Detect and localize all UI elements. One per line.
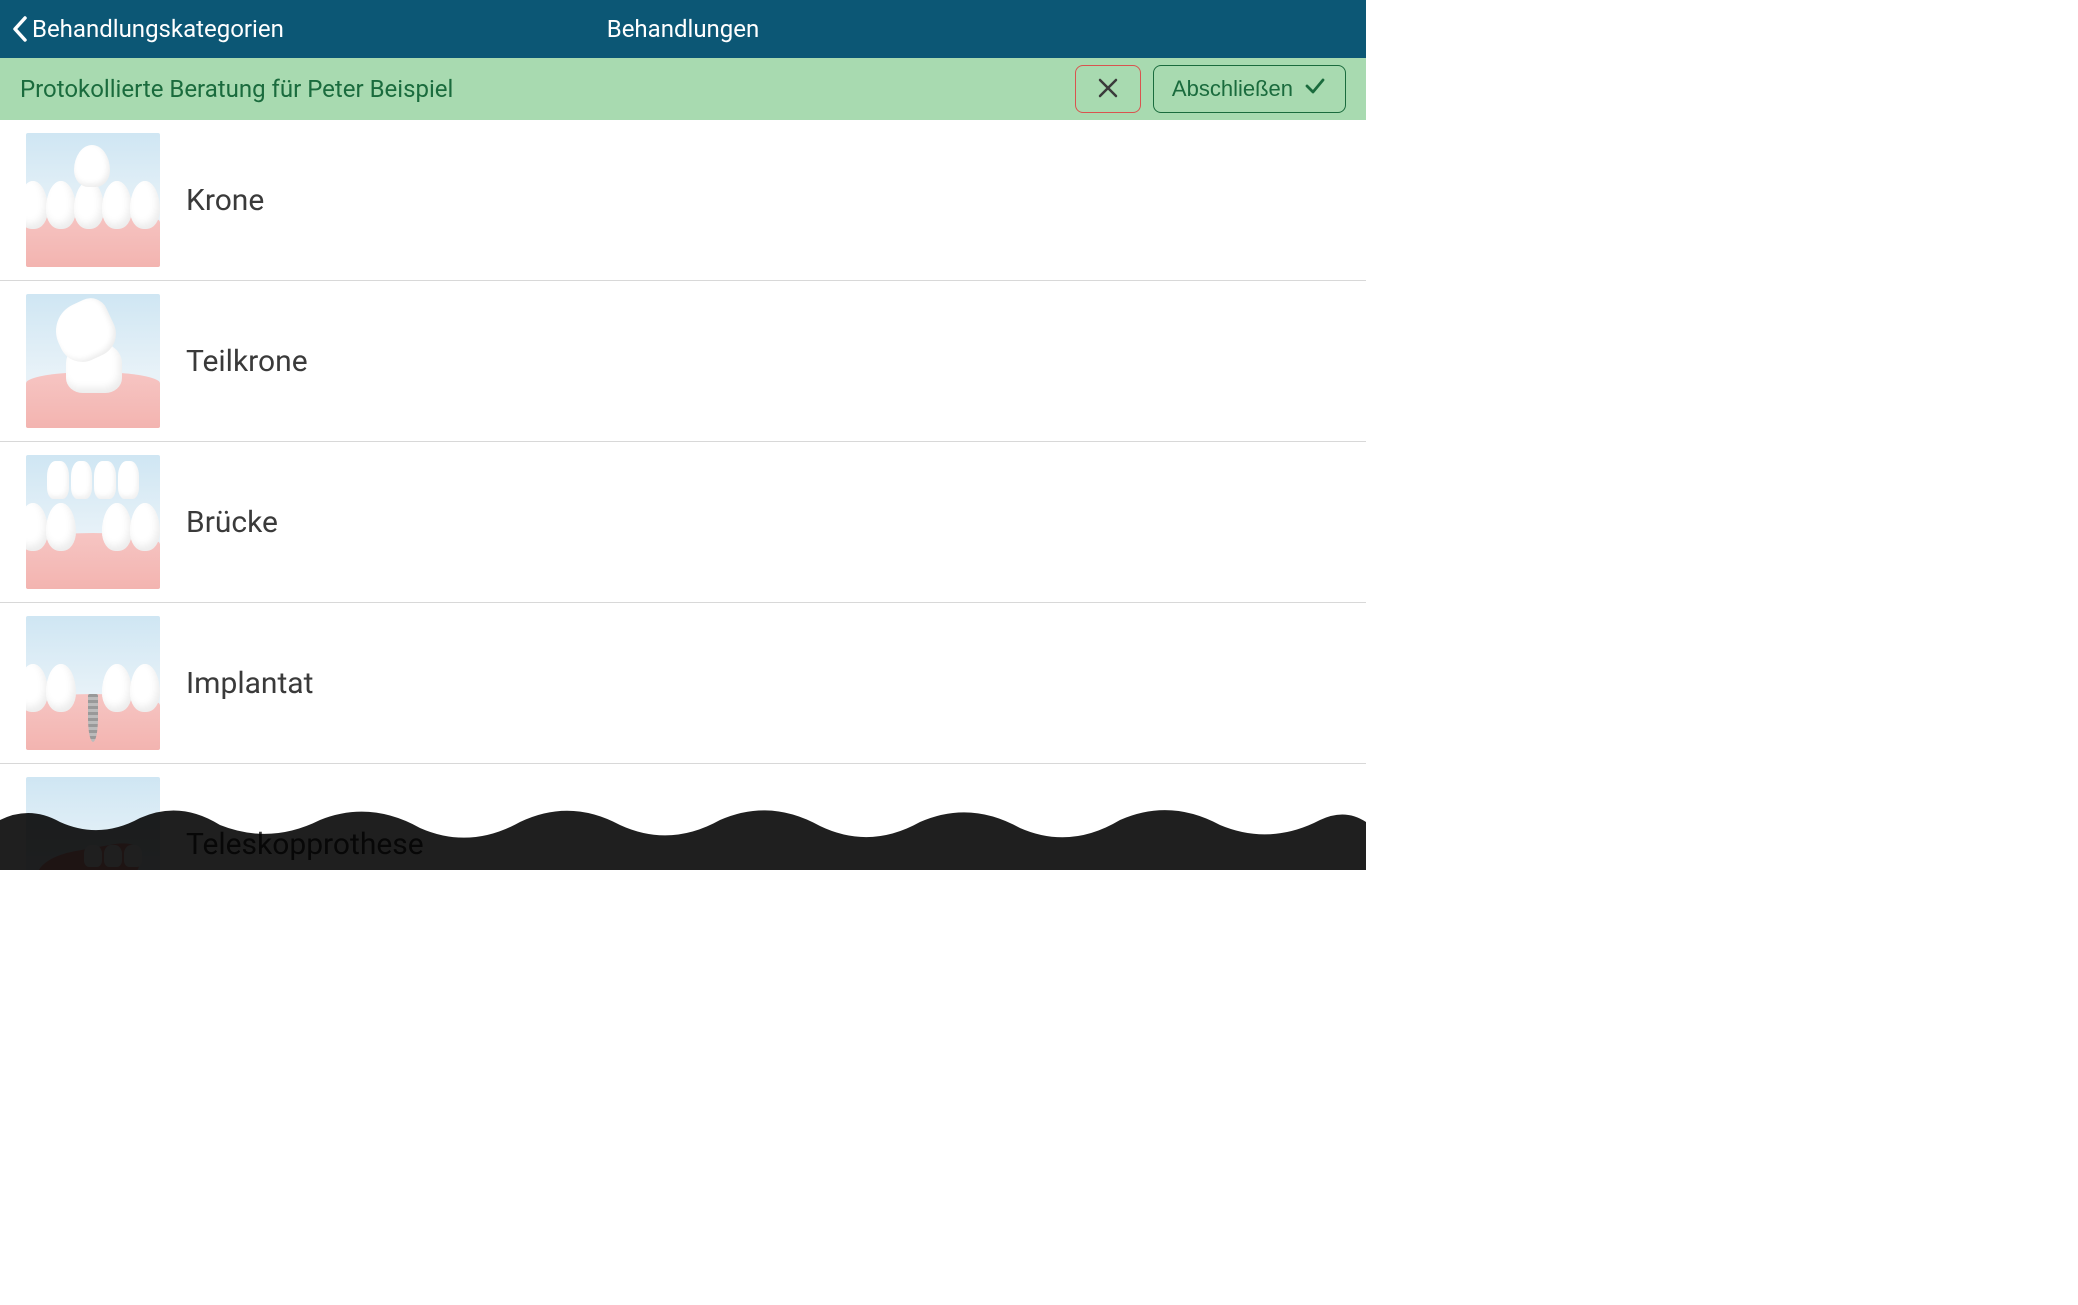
chevron-left-icon [12, 16, 28, 42]
header-bar: Behandlungskategorien Behandlungen [0, 0, 1366, 58]
treatment-label: Teleskopprothese [186, 827, 424, 862]
treatment-label: Implantat [186, 666, 313, 701]
treatment-label: Brücke [186, 505, 278, 540]
banner-text: Protokollierte Beratung für Peter Beispi… [20, 75, 453, 103]
treatment-thumbnail [26, 616, 160, 750]
app-container: Behandlungskategorien Behandlungen Proto… [0, 0, 1366, 870]
back-button[interactable]: Behandlungskategorien [0, 15, 284, 43]
list-item[interactable]: Implantat [0, 603, 1366, 764]
treatment-thumbnail [26, 777, 160, 870]
close-icon [1097, 77, 1119, 102]
treatment-label: Teilkrone [186, 344, 308, 379]
banner-actions: Abschließen [1075, 65, 1346, 113]
treatment-label: Krone [186, 183, 264, 218]
page-title: Behandlungen [607, 15, 760, 43]
treatment-list: Krone Teilkrone Brücke [0, 120, 1366, 870]
list-item[interactable]: Teleskopprothese [0, 764, 1366, 870]
close-button[interactable] [1075, 65, 1141, 113]
list-item[interactable]: Krone [0, 120, 1366, 281]
list-item[interactable]: Teilkrone [0, 281, 1366, 442]
complete-button[interactable]: Abschließen [1153, 65, 1346, 113]
treatment-thumbnail [26, 455, 160, 589]
complete-label: Abschließen [1172, 76, 1293, 102]
check-icon [1303, 74, 1327, 104]
treatment-thumbnail [26, 133, 160, 267]
list-item[interactable]: Brücke [0, 442, 1366, 603]
treatment-thumbnail [26, 294, 160, 428]
consultation-banner: Protokollierte Beratung für Peter Beispi… [0, 58, 1366, 120]
back-label: Behandlungskategorien [32, 15, 284, 43]
